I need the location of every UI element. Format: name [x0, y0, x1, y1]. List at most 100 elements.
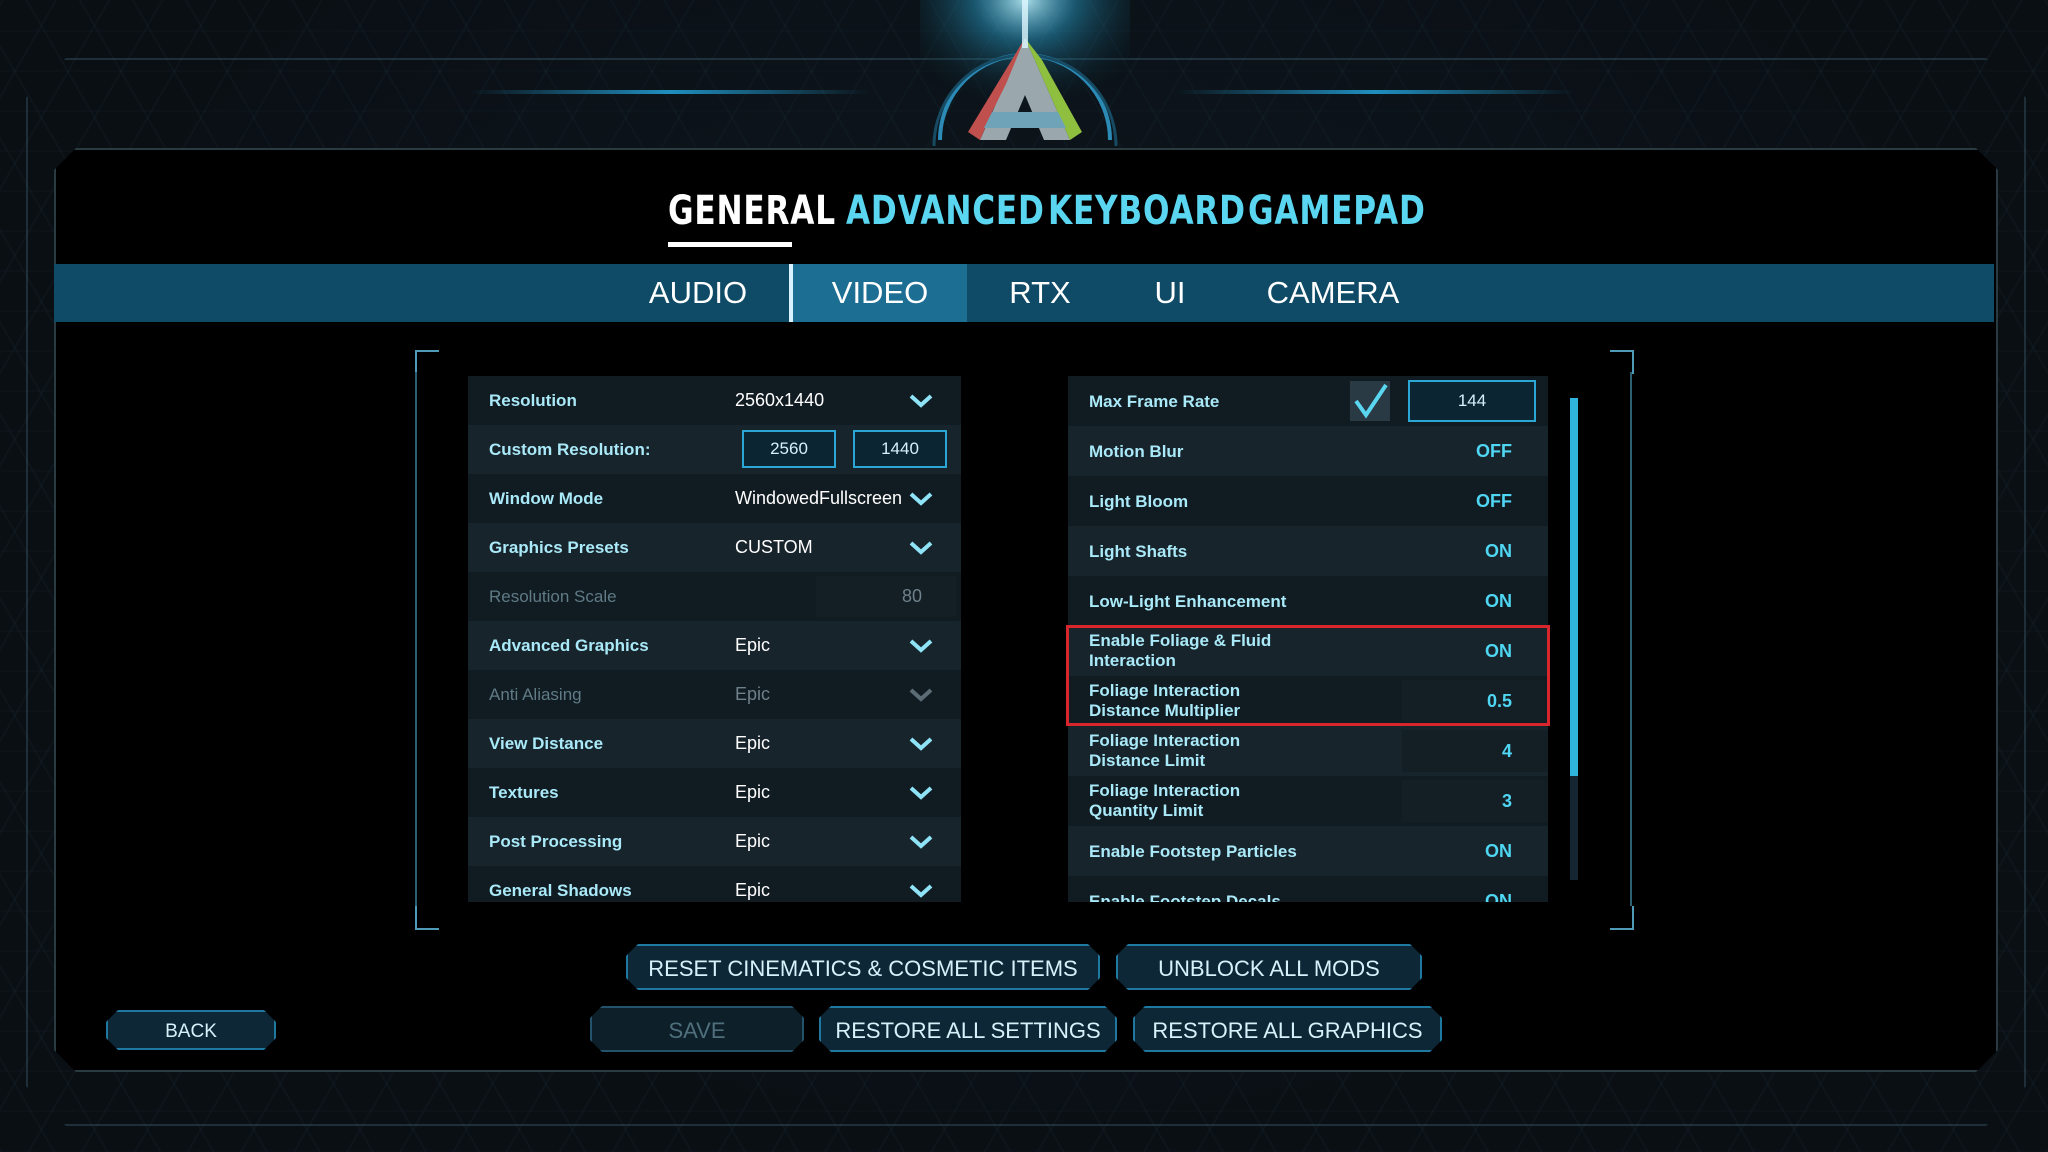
tab-gamepad[interactable]: GAMEPAD	[1248, 188, 1426, 234]
tab-general[interactable]: GENERAL	[668, 188, 836, 234]
slider-bg	[1402, 780, 1548, 822]
setting-label: Foliage Interaction Quantity Limit	[1089, 781, 1240, 821]
setting-row-light-shafts[interactable]: Light Shafts ON	[1068, 526, 1548, 576]
tab-advanced[interactable]: ADVANCED	[846, 188, 1045, 234]
chevron-down-icon[interactable]	[908, 883, 934, 899]
setting-label: Window Mode	[489, 489, 604, 508]
subtab-video[interactable]: VIDEO	[793, 264, 967, 322]
subtab-divider	[789, 264, 793, 322]
toggle-value[interactable]: ON	[1485, 891, 1512, 902]
setting-row-custom-resolution: Custom Resolution: 2560 1440	[468, 425, 961, 474]
toggle-value[interactable]: OFF	[1476, 491, 1512, 512]
setting-row-max-frame-rate: Max Frame Rate 144	[1068, 376, 1548, 426]
label-line-2: Quantity Limit	[1089, 801, 1204, 820]
setting-value: Epic	[735, 831, 771, 851]
setting-label: View Distance	[489, 734, 604, 753]
setting-label: Textures	[489, 783, 559, 802]
header-line-left	[470, 90, 870, 94]
checkmark-icon	[1354, 383, 1388, 419]
chevron-down-icon[interactable]	[908, 736, 934, 752]
setting-value: Epic	[735, 880, 771, 900]
setting-value: 80	[902, 586, 923, 606]
setting-label: Light Bloom	[1089, 492, 1189, 511]
panel-bracket-line	[415, 372, 417, 906]
toggle-value[interactable]: ON	[1485, 591, 1512, 612]
chevron-down-icon[interactable]	[908, 393, 934, 409]
back-button[interactable]: BACK	[106, 1010, 276, 1050]
setting-row-graphics-presets[interactable]: Graphics Presets CUSTOM	[468, 523, 961, 572]
setting-row-view-distance[interactable]: View Distance Epic	[468, 719, 961, 768]
slider-value[interactable]: 3	[1502, 791, 1512, 812]
setting-label: Custom Resolution:	[489, 440, 651, 459]
setting-label: Post Processing	[489, 832, 623, 851]
setting-label: Resolution Scale	[489, 587, 617, 606]
toggle-value[interactable]: OFF	[1476, 441, 1512, 462]
setting-row-anti-aliasing: Anti Aliasing Epic	[468, 670, 961, 719]
chevron-down-icon[interactable]	[908, 491, 934, 507]
toggle-value[interactable]: ON	[1485, 541, 1512, 562]
panel-bracket	[415, 906, 439, 930]
chevron-down-icon[interactable]	[908, 785, 934, 801]
setting-value: Epic	[735, 684, 771, 704]
setting-row-light-bloom[interactable]: Light Bloom OFF	[1068, 476, 1548, 526]
slider-value[interactable]: 4	[1502, 741, 1512, 762]
subtab-camera[interactable]: CAMERA	[1255, 264, 1411, 322]
reset-cinematics-button[interactable]: RESET CINEMATICS & COSMETIC ITEMS	[626, 944, 1100, 990]
scrollbar-thumb[interactable]	[1570, 398, 1578, 776]
unblock-mods-button[interactable]: UNBLOCK ALL MODS	[1116, 944, 1422, 990]
left-settings-panel: Resolution 2560x1440 Custom Resolution: …	[468, 376, 961, 902]
frame-rate-checkbox[interactable]	[1350, 381, 1390, 421]
chevron-down-icon	[909, 688, 933, 702]
setting-label: Low-Light Enhancement	[1089, 592, 1287, 611]
setting-row-footstep-decals[interactable]: Enable Footstep Decals ON	[1068, 876, 1548, 902]
setting-row-resolution[interactable]: Resolution 2560x1440	[468, 376, 961, 425]
setting-row-general-shadows[interactable]: General Shadows Epic	[468, 866, 961, 902]
setting-label: Graphics Presets	[489, 538, 629, 557]
custom-width-input[interactable]: 2560	[742, 430, 836, 468]
label-line-1: Foliage Interaction	[1089, 781, 1241, 800]
setting-row-textures[interactable]: Textures Epic	[468, 768, 961, 817]
setting-label: Resolution	[489, 391, 577, 410]
frame-rate-input[interactable]: 144	[1408, 380, 1536, 422]
subtab-rtx[interactable]: RTX	[990, 264, 1090, 322]
setting-label: Foliage Interaction Distance Limit	[1089, 731, 1240, 771]
panel-bracket	[415, 350, 439, 374]
setting-label: Anti Aliasing	[489, 685, 582, 704]
restore-settings-button[interactable]: RESTORE ALL SETTINGS	[819, 1006, 1117, 1052]
restore-graphics-button[interactable]: RESTORE ALL GRAPHICS	[1133, 1006, 1442, 1052]
setting-row-low-light[interactable]: Low-Light Enhancement ON	[1068, 576, 1548, 626]
chevron-down-icon[interactable]	[908, 638, 934, 654]
label-line-1: Foliage Interaction	[1089, 731, 1241, 750]
setting-row-window-mode[interactable]: Window Mode WindowedFullscreen	[468, 474, 961, 523]
setting-value: Epic	[735, 635, 771, 655]
header-line-right	[1175, 90, 1575, 94]
chevron-down-icon[interactable]	[908, 834, 934, 850]
setting-row-foliage-quantity[interactable]: Foliage Interaction Quantity Limit 3	[1068, 776, 1548, 826]
chevron-down-icon[interactable]	[908, 540, 934, 556]
save-button[interactable]: SAVE	[590, 1006, 804, 1052]
slider-bg	[1402, 730, 1548, 772]
setting-value: 2560x1440	[735, 390, 825, 410]
highlight-box	[1066, 625, 1550, 726]
panel-bracket-line	[1630, 372, 1632, 906]
setting-label: Max Frame Rate	[1089, 392, 1220, 411]
setting-label: Enable Footstep Particles	[1089, 842, 1297, 861]
setting-label: General Shadows	[489, 881, 632, 900]
setting-row-post-processing[interactable]: Post Processing Epic	[468, 817, 961, 866]
setting-label: Enable Footstep Decals	[1089, 892, 1281, 902]
tab-keyboard[interactable]: KEYBOARD	[1048, 188, 1246, 234]
setting-row-motion-blur[interactable]: Motion Blur OFF	[1068, 426, 1548, 476]
setting-value: Epic	[735, 782, 771, 802]
panel-bracket	[1610, 350, 1634, 374]
label-line-2: Distance Limit	[1089, 751, 1206, 770]
setting-row-footstep-particles[interactable]: Enable Footstep Particles ON	[1068, 826, 1548, 876]
setting-value: CUSTOM	[735, 537, 813, 557]
setting-row-foliage-limit[interactable]: Foliage Interaction Distance Limit 4	[1068, 726, 1548, 776]
slider-bg	[816, 576, 956, 617]
toggle-value[interactable]: ON	[1485, 841, 1512, 862]
custom-height-input[interactable]: 1440	[853, 430, 947, 468]
setting-row-advanced-graphics[interactable]: Advanced Graphics Epic	[468, 621, 961, 670]
subtab-ui[interactable]: UI	[1130, 264, 1210, 322]
setting-value: WindowedFullscreen	[735, 488, 903, 508]
subtab-audio[interactable]: AUDIO	[630, 264, 766, 322]
